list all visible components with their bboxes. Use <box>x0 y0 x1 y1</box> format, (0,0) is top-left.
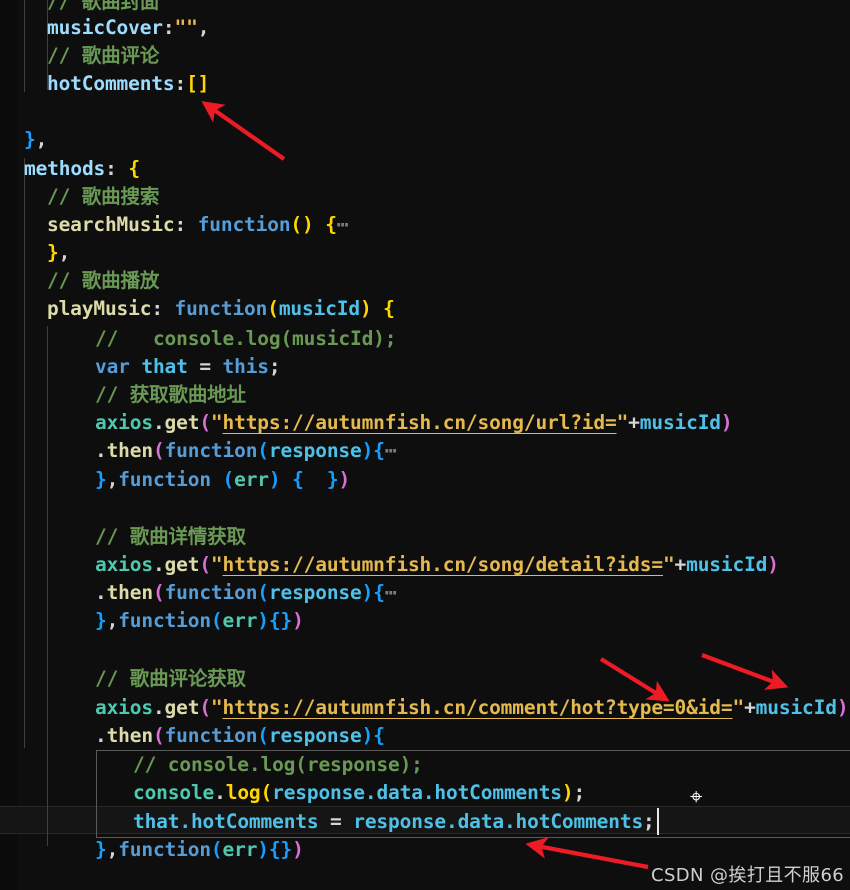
code-line[interactable]: // 歌曲评论获取 <box>0 665 850 693</box>
code-line[interactable] <box>0 494 850 522</box>
text-caret <box>657 808 659 835</box>
code-line[interactable]: searchMusic: function() {⋯ <box>0 211 850 239</box>
code-line[interactable]: musicCover:"", <box>0 14 850 42</box>
code-line[interactable]: var that = this; <box>0 353 850 381</box>
code-line[interactable]: methods: { <box>0 155 850 183</box>
code-line[interactable]: // console.log(response); <box>0 751 850 779</box>
code-line[interactable]: // console.log(musicId); <box>0 325 850 353</box>
code-line[interactable]: // 歌曲详情获取 <box>0 523 850 551</box>
code-line[interactable]: hotComments:[] <box>0 70 850 98</box>
code-line[interactable]: },function(err){}) <box>0 836 850 864</box>
code-line[interactable]: .then(function(response){⋯ <box>0 437 850 465</box>
code-line[interactable]: console.log(response.data.hotComments); <box>0 779 850 807</box>
code-line[interactable] <box>0 636 850 664</box>
code-line[interactable]: axios.get("https://autumnfish.cn/comment… <box>0 694 850 722</box>
code-line[interactable]: // 歌曲搜索 <box>0 183 850 211</box>
code-line[interactable]: },function(err){}) <box>0 607 850 635</box>
code-line[interactable]: axios.get("https://autumnfish.cn/song/de… <box>0 551 850 579</box>
csdn-watermark: CSDN @挨打且不服66 <box>651 865 845 886</box>
code-line[interactable]: // 获取歌曲地址 <box>0 381 850 409</box>
code-line[interactable]: }, <box>0 239 850 267</box>
code-editor-viewport[interactable]: // 歌曲封面 musicCover:"", // 歌曲评论 hotCommen… <box>0 0 850 890</box>
code-line[interactable]: .then(function(response){ <box>0 722 850 750</box>
code-line[interactable]: playMusic: function(musicId) { <box>0 295 850 323</box>
code-line[interactable]: },function (err) { }) <box>0 466 850 494</box>
code-line[interactable]: that.hotComments = response.data.hotComm… <box>0 808 850 836</box>
code-line[interactable]: // 歌曲评论 <box>0 42 850 70</box>
code-line[interactable]: axios.get("https://autumnfish.cn/song/ur… <box>0 409 850 437</box>
code-line[interactable]: }, <box>0 126 850 154</box>
code-line[interactable] <box>0 98 850 126</box>
code-line[interactable]: .then(function(response){⋯ <box>0 579 850 607</box>
mouse-ibeam-cursor: ⌖ <box>690 785 703 810</box>
code-line[interactable]: // 歌曲播放 <box>0 267 850 295</box>
code-content[interactable]: // 歌曲封面 musicCover:"", // 歌曲评论 hotCommen… <box>0 0 850 890</box>
